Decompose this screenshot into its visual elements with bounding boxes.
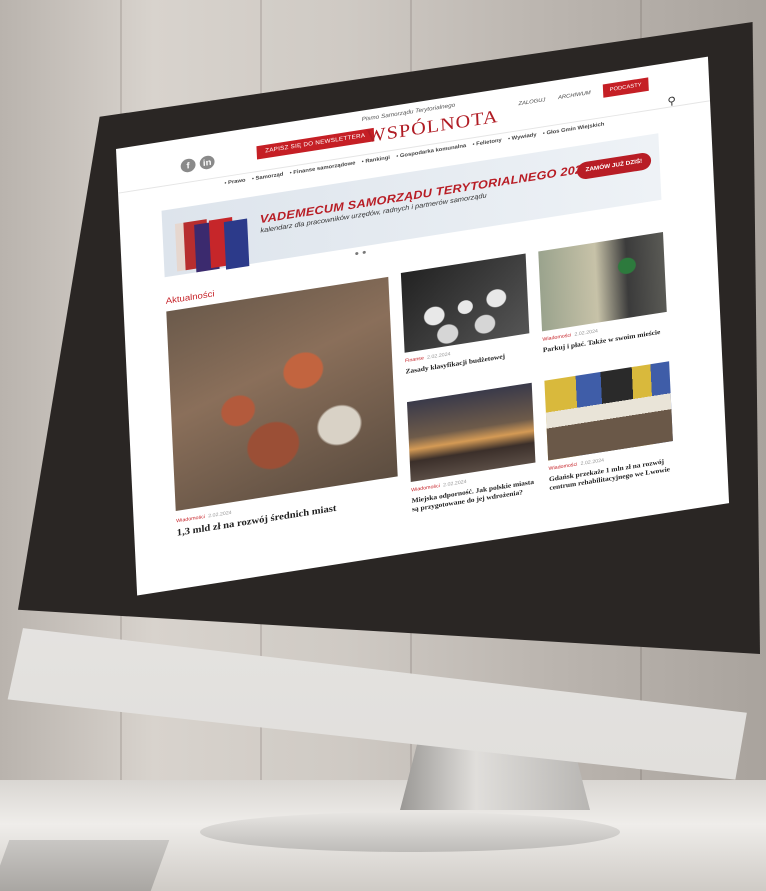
carousel-dot[interactable]: [355, 251, 359, 256]
signing-photo[interactable]: [544, 361, 673, 461]
facebook-icon[interactable]: f: [180, 157, 196, 174]
nav-item[interactable]: • Prawo: [224, 178, 245, 187]
town-photo[interactable]: [166, 276, 398, 511]
calculator-photo[interactable]: [400, 253, 530, 353]
article-title[interactable]: Gdańsk przekaże 1 mln zł na rozwój centr…: [549, 456, 675, 492]
order-button[interactable]: ZAMÓW JUŻ DZIŚ!: [576, 151, 652, 181]
nav-item[interactable]: • Finanse samorządowe: [290, 160, 356, 176]
monitor: f in ZAPISZ SIĘ DO NEWSLETTERA Pismo Sam…: [0, 0, 766, 891]
nav-item[interactable]: • Wywiady: [508, 132, 537, 142]
nav-item[interactable]: • Głos Gmin Wiejskich: [543, 122, 605, 137]
article-title[interactable]: Parkuj i płać. Także w swoim mieście: [543, 327, 668, 355]
nav-item[interactable]: • Gospodarka komunalna: [396, 143, 466, 160]
article-title[interactable]: Miejska odporność. Jak polskie miasta są…: [411, 478, 537, 514]
social-links: f in: [180, 154, 215, 174]
article-title[interactable]: Zasady klasyfikacji budżetowej: [405, 349, 530, 377]
carousel-dot[interactable]: [362, 250, 366, 255]
section-title: Aktualności: [165, 288, 215, 306]
top-links: ZALOGUJ ARCHIWUM PODCASTY: [518, 77, 649, 111]
nav-item[interactable]: • Samorząd: [252, 172, 284, 183]
login-link[interactable]: ZALOGUJ: [518, 97, 545, 107]
website-screen: f in ZAPISZ SIĘ DO NEWSLETTERA Pismo Sam…: [116, 56, 730, 596]
carousel-dots: [355, 250, 366, 256]
nav-item[interactable]: • Felietony: [472, 138, 501, 148]
book-image: [223, 218, 250, 270]
archive-link[interactable]: ARCHIWUM: [558, 90, 591, 101]
nav-item[interactable]: • Rankingi: [362, 155, 390, 165]
parking-photo[interactable]: [538, 232, 667, 332]
city-night-photo[interactable]: [406, 382, 536, 482]
podcast-button[interactable]: PODCASTY: [603, 77, 649, 98]
linkedin-icon[interactable]: in: [199, 154, 215, 171]
